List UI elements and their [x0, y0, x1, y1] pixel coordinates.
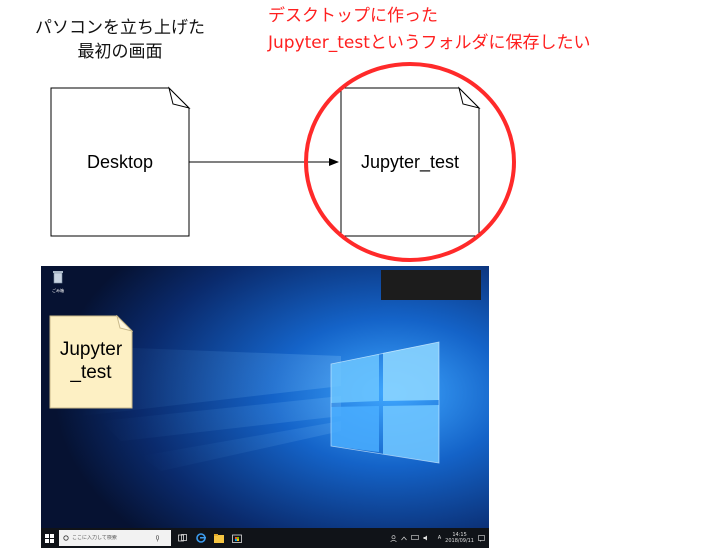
windows-start-icon — [44, 533, 54, 543]
chevron-up-icon[interactable] — [400, 535, 407, 541]
recycle-bin-label: ごみ箱 — [52, 288, 64, 293]
clock-date: 2018/09/11 — [445, 538, 474, 544]
start-button[interactable] — [41, 528, 57, 548]
jupyter-test-node-label: Jupyter_test — [361, 152, 459, 173]
file-explorer-button[interactable] — [212, 532, 225, 545]
note-label-line-2: _test — [70, 362, 112, 383]
recycle-bin[interactable]: ごみ箱 — [49, 269, 67, 293]
people-icon[interactable] — [390, 534, 397, 542]
edge-icon — [195, 533, 206, 543]
jupyter-test-node: Jupyter_test — [340, 86, 481, 237]
info-panel — [381, 270, 481, 300]
jupyter-test-note-label: Jupyter _test — [52, 338, 130, 384]
desktop-node: Desktop — [50, 86, 191, 237]
desktop-node-label: Desktop — [87, 152, 153, 172]
folder-diagram: Desktop Jupyter_test — [50, 62, 516, 262]
network-icon[interactable] — [410, 535, 419, 541]
system-tray: A 14:15 2018/09/11 — [390, 532, 489, 544]
file-explorer-icon — [213, 533, 224, 543]
taskbar-search[interactable] — [59, 530, 171, 546]
task-view-icon — [178, 534, 187, 542]
store-button[interactable] — [230, 532, 243, 545]
note-label-line-1: Jupyter — [59, 339, 123, 360]
store-icon — [231, 534, 242, 543]
notifications-icon[interactable] — [478, 534, 485, 542]
search-input[interactable] — [72, 535, 152, 541]
search-icon — [63, 535, 69, 541]
edge-button[interactable] — [194, 532, 207, 545]
recycle-bin-icon — [53, 271, 63, 284]
task-view-button[interactable] — [176, 532, 189, 545]
clock[interactable]: 14:15 2018/09/11 — [445, 532, 474, 544]
mic-icon[interactable] — [155, 534, 160, 542]
ime-label[interactable]: A — [438, 535, 441, 541]
volume-icon[interactable] — [423, 535, 430, 541]
taskbar: A 14:15 2018/09/11 — [41, 528, 489, 548]
